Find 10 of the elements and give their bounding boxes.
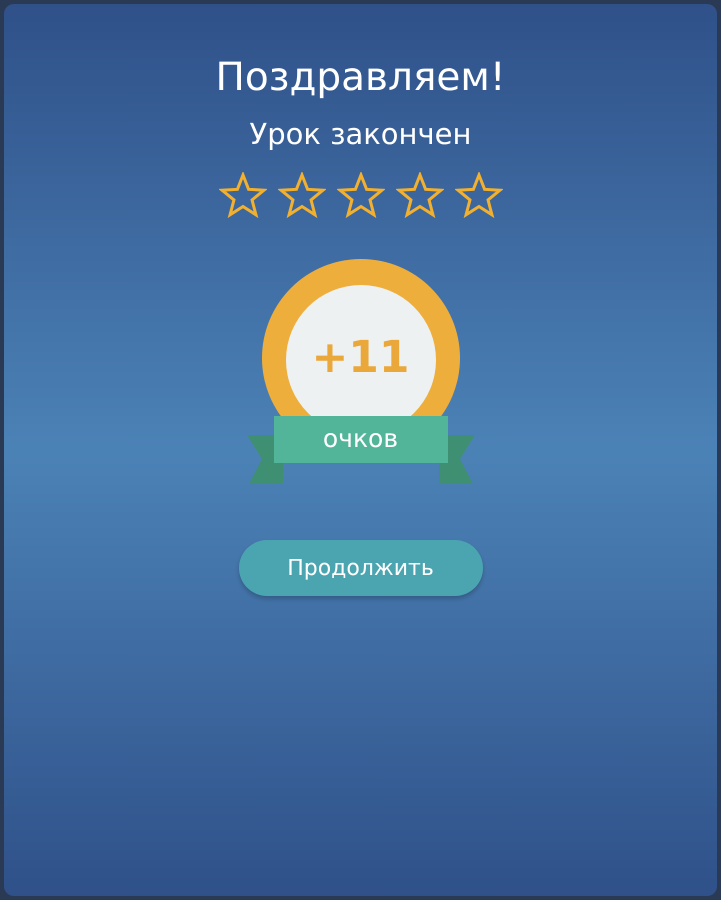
star-icon [218, 172, 266, 220]
dialog-title: Поздравляем! [216, 54, 506, 102]
points-value: +11 [310, 331, 411, 385]
dialog-subtitle: Урок закончен [250, 116, 472, 153]
star-icon [278, 172, 326, 220]
points-label: очков [322, 423, 400, 455]
star-icon [454, 172, 502, 220]
continue-button[interactable]: Продолжить [238, 540, 482, 596]
star-icon [336, 172, 384, 220]
star-icon [396, 172, 444, 220]
